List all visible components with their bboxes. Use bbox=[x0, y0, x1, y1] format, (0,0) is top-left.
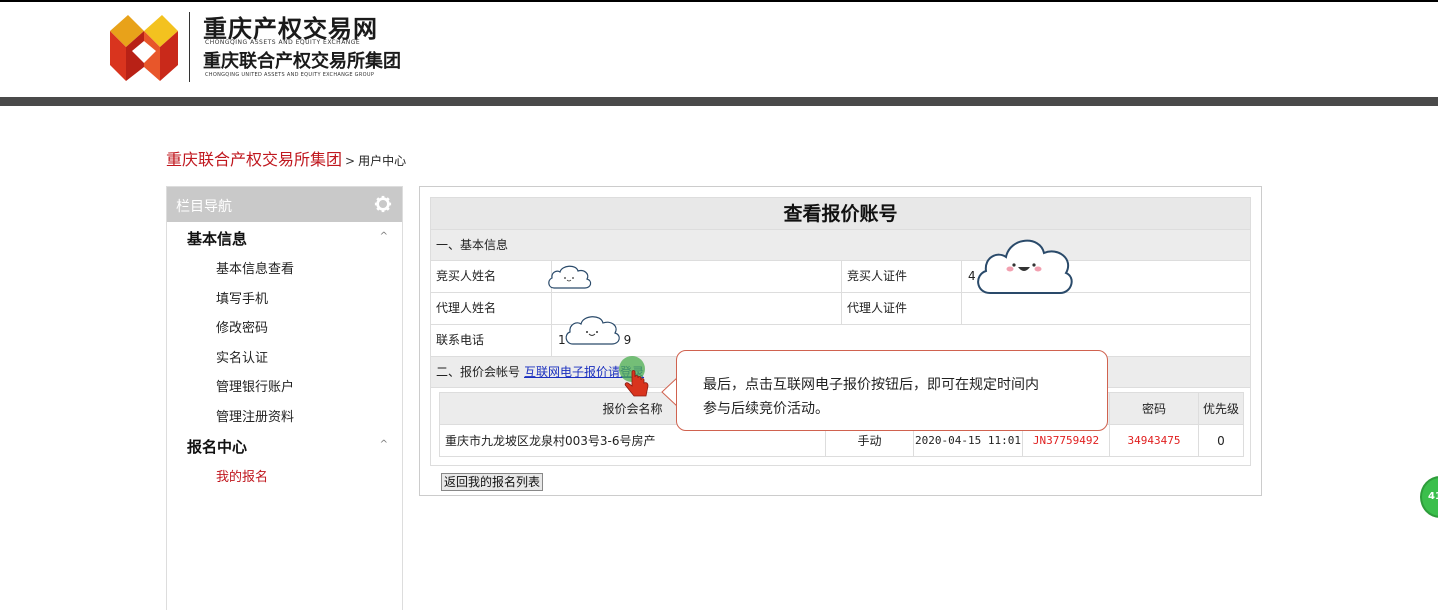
sidebar-header: 栏目导航 bbox=[167, 187, 402, 222]
breadcrumb-home-link[interactable]: 重庆联合产权交易所集团 bbox=[166, 150, 342, 169]
sidebar-item-view-basic-info[interactable]: 基本信息查看 bbox=[167, 252, 402, 282]
site-title-en: CHONGQING ASSETS AND EQUITY EXCHANGE bbox=[205, 39, 361, 46]
sidebar-item-change-password[interactable]: 修改密码 bbox=[167, 311, 402, 341]
sidebar-item-bank-accounts[interactable]: 管理银行账户 bbox=[167, 370, 402, 400]
phone-value-tail: 9 bbox=[623, 333, 632, 347]
sidebar-section-registration-center[interactable]: 报名中心 ^ bbox=[167, 430, 402, 460]
sidebar-item-my-registrations[interactable]: 我的报名 bbox=[167, 460, 402, 490]
guide-tooltip: 最后，点击互联网电子报价按钮后，即可在规定时间内 参与后续竞价活动。 bbox=[676, 350, 1108, 431]
tooltip-line-1: 最后，点击互联网电子报价按钮后，即可在规定时间内 bbox=[703, 377, 1039, 393]
sidebar-title: 栏目导航 bbox=[176, 199, 232, 215]
bidder-name-value bbox=[552, 261, 841, 292]
agent-name-label: 代理人姓名 bbox=[431, 293, 552, 324]
cloud-mask-icon bbox=[565, 316, 620, 345]
gear-icon[interactable] bbox=[374, 195, 392, 213]
chevron-up-icon[interactable]: ^ bbox=[380, 439, 388, 450]
breadcrumb-current: 用户中心 bbox=[358, 154, 407, 168]
floating-counter-badge[interactable]: 41 bbox=[1420, 476, 1438, 518]
site-header: 重庆产权交易网 CHONGQING ASSETS AND EQUITY EXCH… bbox=[0, 2, 1438, 97]
cloud-mask-icon bbox=[977, 239, 1073, 294]
hand-pointer-icon bbox=[619, 356, 649, 397]
sidebar-section-label: 报名中心 bbox=[187, 437, 248, 456]
agent-id-label: 代理人证件 bbox=[841, 293, 962, 324]
col-header-priority: 优先级 bbox=[1198, 392, 1244, 425]
chevron-up-icon[interactable]: ^ bbox=[380, 231, 388, 242]
group-title: 重庆联合产权交易所集团 bbox=[203, 51, 401, 72]
group-title-en: CHONGQING UNITED ASSETS AND EQUITY EXCHA… bbox=[205, 72, 375, 78]
logo-separator bbox=[189, 12, 190, 82]
cloud-mask-icon bbox=[548, 265, 592, 289]
tooltip-line-2: 参与后续竞价活动。 bbox=[703, 401, 829, 417]
sidebar-item-registration-info[interactable]: 管理注册资料 bbox=[167, 400, 402, 430]
bidder-name-label: 竞买人姓名 bbox=[431, 261, 552, 292]
agent-id-value bbox=[962, 293, 1250, 324]
main-panel: 查看报价账号 一、基本信息 竞买人姓名 竞买人证件 4 代理人姓名 代理人证件 … bbox=[419, 186, 1262, 496]
cell-password: 34943475 bbox=[1109, 424, 1199, 457]
back-to-registrations-button[interactable]: 返回我的报名列表 bbox=[441, 473, 544, 491]
account-section-label: 二、报价会帐号 bbox=[436, 365, 521, 379]
phone-label: 联系电话 bbox=[431, 325, 552, 356]
sidebar-item-fill-phone[interactable]: 填写手机 bbox=[167, 282, 402, 312]
sidebar-item-real-name-auth[interactable]: 实名认证 bbox=[167, 341, 402, 371]
sidebar-section-basic-info[interactable]: 基本信息 ^ bbox=[167, 222, 402, 252]
logo-mark-icon bbox=[110, 15, 178, 81]
breadcrumb-separator: > bbox=[345, 154, 356, 168]
basic-info-section-header: 一、基本信息 bbox=[430, 230, 1251, 261]
info-row-agent: 代理人姓名 代理人证件 bbox=[430, 293, 1251, 325]
bidder-id-label: 竞买人证件 bbox=[841, 261, 962, 292]
breadcrumb: 重庆联合产权交易所集团 > 用户中心 bbox=[166, 146, 406, 170]
sidebar-section-label: 基本信息 bbox=[187, 230, 248, 248]
cell-priority: 0 bbox=[1198, 424, 1244, 457]
sidebar-nav: 栏目导航 基本信息 ^ 基本信息查看 填写手机 修改密码 实名认证 管理银行账户… bbox=[166, 186, 403, 610]
col-header-password: 密码 bbox=[1109, 392, 1199, 425]
page-title: 查看报价账号 bbox=[430, 197, 1251, 230]
header-divider-bar bbox=[0, 97, 1438, 106]
